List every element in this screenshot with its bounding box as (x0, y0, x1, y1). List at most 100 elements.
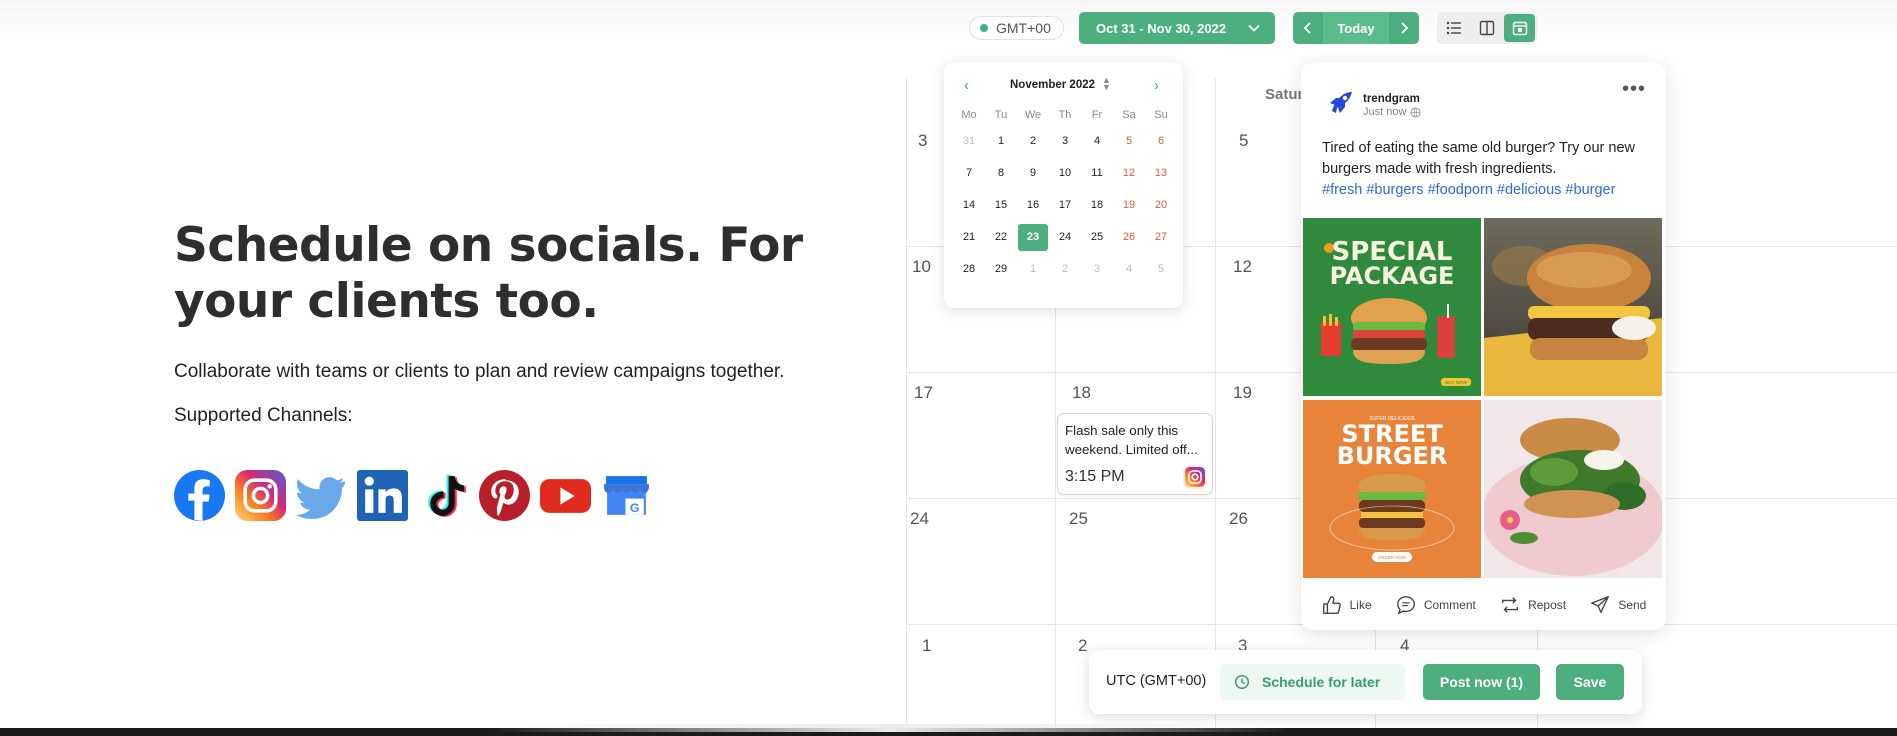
day-number[interactable]: 19 (1233, 383, 1252, 403)
day-number[interactable]: 1 (922, 636, 931, 656)
post-image-burger-photo[interactable] (1484, 218, 1662, 396)
columns-view-icon (1479, 20, 1495, 36)
day-number[interactable]: 24 (910, 509, 929, 529)
date-cell[interactable]: 29 (985, 253, 1017, 285)
date-cell[interactable]: 9 (1017, 157, 1049, 189)
post-time: Just now (1363, 106, 1421, 118)
date-cell[interactable]: 11 (1081, 157, 1113, 189)
day-number[interactable]: 17 (914, 383, 933, 403)
instagram-icon (235, 470, 286, 521)
publish-action-bar: UTC (GMT+00) Schedule for later Post now… (1089, 650, 1642, 714)
date-cell[interactable]: 8 (985, 157, 1017, 189)
date-cell[interactable]: 17 (1049, 189, 1081, 221)
weekday-label: Fr (1091, 109, 1103, 121)
post-image-special-package[interactable]: SPECIAL PACKAGE BUY NOW (1303, 218, 1481, 396)
weekday-label: Sa (1122, 109, 1136, 121)
date-cell[interactable]: 5 (1145, 253, 1177, 285)
selected-date-cell[interactable]: 23 (1017, 221, 1049, 253)
day-number[interactable]: 18 (1072, 383, 1091, 403)
image-button-text: BUY NOW (1445, 380, 1467, 385)
list-view-icon (1447, 21, 1462, 35)
send-icon (1591, 596, 1610, 614)
next-period-button[interactable] (1389, 12, 1419, 44)
date-cell[interactable]: 2 (1049, 253, 1081, 285)
facebook-icon (174, 470, 225, 521)
event-text: Flash sale only this weekend. Limited of… (1065, 423, 1198, 457)
date-cell[interactable]: 27 (1145, 221, 1177, 253)
day-number[interactable]: 3 (918, 131, 927, 151)
date-picker-header: ‹ November 2022 ▲ ▼ › (944, 76, 1183, 96)
today-button[interactable]: Today (1323, 12, 1389, 44)
repost-button[interactable]: Repost (1499, 594, 1566, 616)
date-picker-grid: Mo Tu We Th Fr Sa Su 31 1 2 3 4 5 6 7 8 … (953, 105, 1177, 285)
day-number[interactable]: 25 (1069, 509, 1088, 529)
date-cell[interactable]: 24 (1049, 221, 1081, 253)
post-image-salad-burger[interactable] (1484, 400, 1662, 578)
day-number[interactable]: 12 (1233, 257, 1252, 277)
date-cell[interactable]: 1 (985, 125, 1017, 157)
list-view-button[interactable] (1439, 14, 1470, 42)
date-cell[interactable]: 20 (1145, 189, 1177, 221)
like-button[interactable]: Like (1321, 594, 1372, 616)
linkedin-icon (357, 470, 408, 521)
grid-line (906, 78, 907, 736)
date-cell[interactable]: 7 (953, 157, 985, 189)
post-image-street-burger[interactable]: SUPER DELICIOUS STREET BURGER ORDER NOW (1303, 400, 1481, 578)
comment-button[interactable]: Comment (1395, 594, 1476, 616)
hero-title: Schedule on socials. For your clients to… (174, 218, 803, 329)
status-dot (980, 24, 988, 32)
date-cell[interactable]: 3 (1081, 253, 1113, 285)
date-cell[interactable]: 18 (1081, 189, 1113, 221)
trendgram-logo (1330, 92, 1352, 113)
previous-period-button[interactable] (1293, 12, 1323, 44)
comment-icon (1396, 596, 1415, 615)
date-cell[interactable]: 13 (1145, 157, 1177, 189)
date-cell[interactable]: 5 (1113, 125, 1145, 157)
date-cell[interactable]: 31 (953, 125, 985, 157)
previous-month-button[interactable]: ‹ (964, 77, 969, 94)
weekday-label: Su (1154, 109, 1168, 121)
date-cell[interactable]: 22 (985, 221, 1017, 253)
timezone-pill[interactable]: GMT+00 (969, 16, 1064, 40)
date-cell[interactable]: 6 (1145, 125, 1177, 157)
day-number[interactable]: 26 (1229, 509, 1248, 529)
day-number[interactable]: 2 (1078, 636, 1087, 656)
send-button[interactable]: Send (1589, 594, 1646, 616)
date-cell[interactable]: 12 (1113, 157, 1145, 189)
save-button[interactable]: Save (1556, 664, 1624, 700)
sort-icon[interactable]: ▲ ▼ (1102, 76, 1111, 92)
date-cell[interactable]: 15 (985, 189, 1017, 221)
image-headline: BURGER (1337, 442, 1448, 470)
columns-view-button[interactable] (1472, 14, 1503, 42)
date-cell[interactable]: 3 (1049, 125, 1081, 157)
hashtags[interactable]: #fresh #burgers #foodporn #delicious #bu… (1322, 182, 1615, 198)
day-number[interactable]: 10 (912, 257, 931, 277)
date-cell[interactable]: 10 (1049, 157, 1081, 189)
date-cell[interactable]: 4 (1113, 253, 1145, 285)
date-cell[interactable]: 25 (1081, 221, 1113, 253)
scheduled-post-card[interactable]: Flash sale only this weekend. Limited of… (1057, 413, 1213, 495)
day-number[interactable]: 5 (1239, 131, 1248, 151)
more-options-icon[interactable]: ••• (1622, 78, 1646, 101)
account-name: trendgram (1363, 93, 1420, 105)
date-range-dropdown[interactable]: Oct 31 - Nov 30, 2022 (1079, 12, 1275, 44)
post-actions: Like Comment Repost Send (1301, 580, 1666, 630)
date-cell[interactable]: 26 (1113, 221, 1145, 253)
calendar-view-button[interactable] (1504, 14, 1536, 42)
date-cell[interactable]: 21 (953, 221, 985, 253)
date-cell[interactable]: 2 (1017, 125, 1049, 157)
date-cell[interactable]: 16 (1017, 189, 1049, 221)
schedule-later-button[interactable]: Schedule for later (1220, 664, 1405, 700)
date-cell[interactable]: 19 (1113, 189, 1145, 221)
date-cell[interactable]: 1 (1017, 253, 1049, 285)
month-label[interactable]: November 2022 (1010, 79, 1095, 91)
utc-timezone-label[interactable]: UTC (GMT+00) (1106, 673, 1206, 689)
clock-icon (1234, 674, 1250, 690)
next-month-button[interactable]: › (1154, 77, 1159, 94)
date-cell[interactable]: 4 (1081, 125, 1113, 157)
thumbs-up-icon (1322, 596, 1341, 614)
post-now-button[interactable]: Post now (1) (1423, 664, 1540, 700)
chevron-down-icon (1248, 24, 1260, 32)
date-cell[interactable]: 28 (953, 253, 985, 285)
date-cell[interactable]: 14 (953, 189, 985, 221)
